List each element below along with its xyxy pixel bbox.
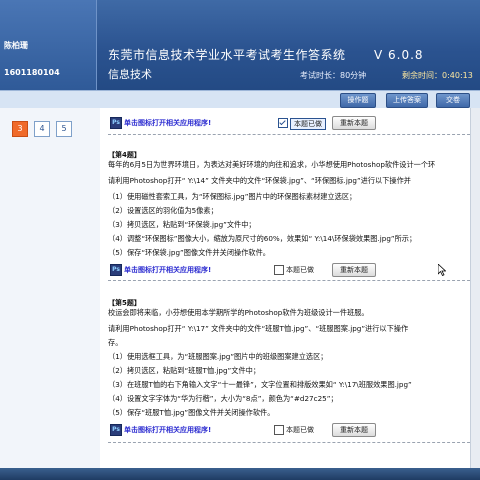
question-text-line: 存。 xyxy=(108,338,123,347)
student-info-panel: 陈柏珊 1601180104 xyxy=(0,0,97,90)
question-text-line: （5）保存“环保袋.jpg”图像文件并关闭操作软件。 xyxy=(108,248,270,257)
toolbar: 操作题 上传答案 交卷 xyxy=(0,90,480,110)
redo-button[interactable]: 重新本题 xyxy=(332,263,376,277)
question-text-line: （5）保存“班服T恤.jpg”图像文件并关闭操作软件。 xyxy=(108,408,275,417)
system-title: 东莞市信息技术学业水平考试考生作答系统 xyxy=(108,48,346,62)
separator xyxy=(108,442,480,443)
done-label: 本题已做 xyxy=(290,118,326,130)
question-text-line: 请利用Photoshop打开“ Y:\17” 文件夹中的文件“班服T恤.jpg”… xyxy=(108,324,409,333)
os-taskbar xyxy=(0,468,480,480)
open-app-link[interactable]: 单击图标打开相关应用程序! xyxy=(124,265,211,275)
student-id: 1601180104 xyxy=(4,68,60,77)
app-header: 陈柏珊 1601180104 东莞市信息技术学业水平考试考生作答系统 信息技术 … xyxy=(0,0,480,90)
question-number: 【第4题】 xyxy=(108,151,141,159)
question-text-line: （3）在班服T恤的右下角输入文字“十一最锋”，文字位置和排版效果如“ Y:\17… xyxy=(108,380,412,389)
question-text-line: （2）设置选区的羽化值为5像素； xyxy=(108,206,218,215)
mouse-cursor-icon xyxy=(438,264,446,276)
photoshop-icon[interactable]: Ps xyxy=(110,264,122,276)
done-label: 本题已做 xyxy=(286,426,314,434)
exam-duration: 考试时长：80分钟 xyxy=(300,71,367,80)
question-text-line: （3）拷贝选区，粘贴到“环保袋.jpg”文件中； xyxy=(108,220,256,229)
submit-answer-button[interactable]: 上传答案 xyxy=(386,93,428,108)
vertical-scrollbar[interactable] xyxy=(470,108,480,468)
photoshop-icon[interactable]: Ps xyxy=(110,424,122,436)
question-text-line: （1）使用磁性套索工具，为“环保图标.jpg”图片中的环保图标素材建立选区； xyxy=(108,192,357,201)
question-text-line: （4）调整“环保图标”图像大小，缩放为原尺寸的60%，效果如“ Y:\14\环保… xyxy=(108,234,417,243)
operate-button[interactable]: 操作题 xyxy=(340,93,376,108)
hand-in-button[interactable]: 交卷 xyxy=(436,93,470,108)
question-text-line: 每年的6月5日为世界环境日，为表达对美好环境的向往和追求，小华想使用Photos… xyxy=(108,160,436,169)
done-label: 本题已做 xyxy=(286,266,314,274)
question-nav-5[interactable]: 5 xyxy=(56,121,72,137)
redo-button[interactable]: 重新本题 xyxy=(332,423,376,437)
question-text-line: （1）使用选框工具，为“班服图案.jpg”图片中的班级图案建立选区； xyxy=(108,352,328,361)
open-app-link[interactable]: 单击图标打开相关应用程序! xyxy=(124,118,211,128)
question-nav-4[interactable]: 4 xyxy=(34,121,50,137)
separator xyxy=(108,280,480,281)
remaining-time: 剩余时间：0:40:13 xyxy=(402,71,473,80)
question-text-line: 请利用Photoshop打开“ Y:\14” 文件夹中的文件“环保袋.jpg”、… xyxy=(108,176,411,185)
done-checkbox[interactable] xyxy=(274,425,284,435)
version-label: V 6.0.8 xyxy=(374,48,424,62)
photoshop-icon[interactable]: Ps xyxy=(110,117,122,129)
exam-subject: 信息技术 xyxy=(108,68,152,81)
question-text-line: 校运会即将来临，小芬想使用本学期所学的Photoshop软件为班级设计一件班服。 xyxy=(108,308,369,317)
redo-button[interactable]: 重新本题 xyxy=(332,116,376,130)
question-text-line: （4）设置文字字体为“华为行楷”，大小为“8点”，颜色为“#d27c25”； xyxy=(108,394,338,403)
separator xyxy=(108,134,480,135)
student-name: 陈柏珊 xyxy=(4,41,28,50)
done-checkbox[interactable] xyxy=(274,265,284,275)
question-nav-3[interactable]: 3 xyxy=(12,121,28,137)
done-checkbox[interactable] xyxy=(278,118,288,128)
question-text-line: （2）拷贝选区，粘贴到“班服T恤.jpg”文件中； xyxy=(108,366,261,375)
open-app-link[interactable]: 单击图标打开相关应用程序! xyxy=(124,425,211,435)
question-number: 【第5题】 xyxy=(108,299,141,307)
question-sidebar xyxy=(0,108,101,480)
